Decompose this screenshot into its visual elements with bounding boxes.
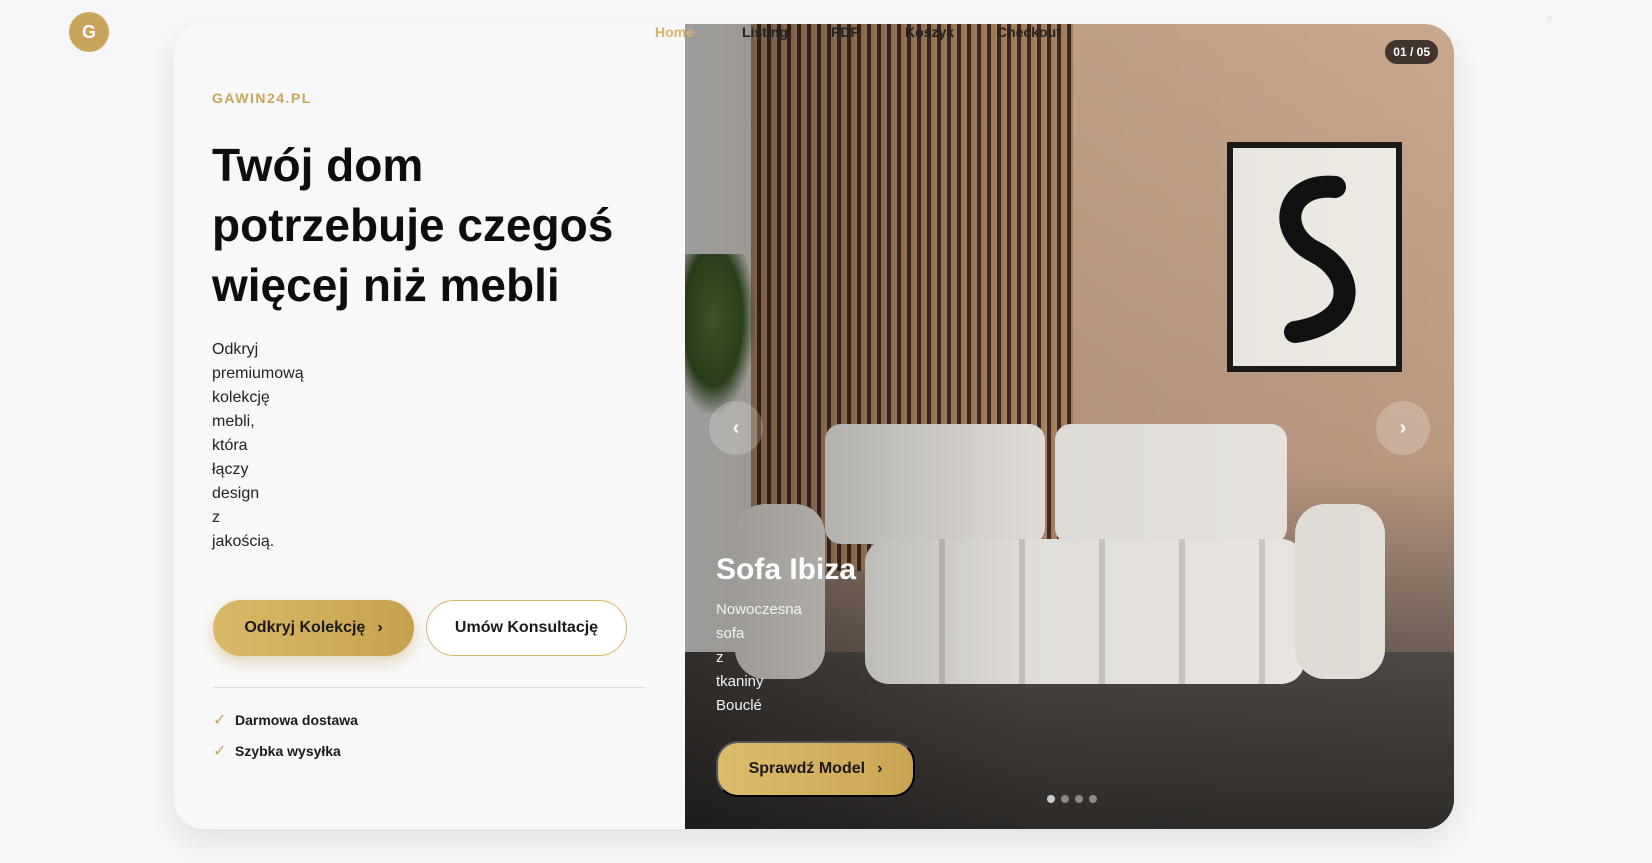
hero-headline: Twój dom potrzebuje czegoś więcej niż me… <box>212 135 652 315</box>
desc-word: która <box>212 437 248 454</box>
headline-line: potrzebuje czegoś <box>212 199 614 251</box>
check-model-label: Sprawdź Model <box>748 760 866 777</box>
check-model-button[interactable]: Sprawdź Model › <box>716 741 915 797</box>
slider-dots <box>1047 795 1097 803</box>
desc-word: mebli, <box>212 413 255 430</box>
hero-left: GAWIN24.PL Twój dom potrzebuje czegoś wi… <box>174 24 685 829</box>
hero-description: Odkryj premiumową kolekcję mebli, która … <box>212 338 322 554</box>
feature-label: Darmowa dostawa <box>235 712 358 728</box>
headline-line: Twój dom <box>212 139 424 191</box>
nav-pdp[interactable]: PDP <box>831 24 905 40</box>
hero-card: GAWIN24.PL Twój dom potrzebuje czegoś wi… <box>174 24 1454 829</box>
desc-word: łączy <box>212 461 249 478</box>
slider-dot[interactable] <box>1075 795 1083 803</box>
feature-label: Szybka wysyłka <box>235 743 341 759</box>
slider-dot[interactable] <box>1047 795 1055 803</box>
check-icon: ✓ <box>213 743 227 760</box>
chevron-left-icon: ‹ <box>732 416 740 439</box>
logo-letter: G <box>81 21 96 42</box>
slider-dot[interactable] <box>1089 795 1097 803</box>
main-nav: Home Listing PDP Koszyk Checkout <box>655 24 1077 40</box>
slide-desc-word: Nowoczesna <box>716 601 802 618</box>
discover-collection-button[interactable]: Odkryj Kolekcję › <box>213 600 414 656</box>
logo[interactable]: G <box>69 12 109 52</box>
slide-title: Sofa Ibiza <box>716 553 857 586</box>
corner-dot <box>1547 16 1552 21</box>
slide-counter: 01 / 05 <box>1385 40 1438 64</box>
desc-word: Odkryj <box>212 341 259 358</box>
slide-description: Nowoczesna sofa z tkaniny Bouclé <box>716 598 811 718</box>
divider <box>213 687 646 688</box>
check-icon: ✓ <box>213 712 227 729</box>
feature-item: ✓ Szybka wysyłka <box>213 741 341 761</box>
slider-prev-button[interactable]: ‹ <box>709 401 763 455</box>
desc-word: kolekcję <box>212 389 270 406</box>
hero-slider: 01 / 05 ‹ › Sofa Ibiza Nowoczesna sofa z… <box>685 24 1454 829</box>
feature-item: ✓ Darmowa dostawa <box>213 710 358 730</box>
chevron-right-icon: › <box>877 760 883 777</box>
headline-line: więcej niż mebli <box>212 259 560 311</box>
desc-word: z <box>212 509 220 526</box>
nav-koszyk[interactable]: Koszyk <box>905 24 997 40</box>
nav-listing[interactable]: Listing <box>742 24 831 40</box>
discover-collection-label: Odkryj Kolekcję <box>244 619 366 636</box>
desc-word: premiumową <box>212 365 304 382</box>
nav-checkout[interactable]: Checkout <box>997 24 1077 40</box>
slide-desc-word: sofa <box>716 625 745 642</box>
book-consultation-button[interactable]: Umów Konsultację <box>426 600 627 656</box>
desc-word: jakością. <box>212 533 275 550</box>
slider-next-button[interactable]: › <box>1376 401 1430 455</box>
slide-desc-word: Bouclé <box>716 697 762 714</box>
slide-desc-word: tkaniny <box>716 673 764 690</box>
slide-desc-word: z <box>716 649 724 666</box>
desc-word: design <box>212 485 260 502</box>
chevron-right-icon: › <box>377 619 383 636</box>
chevron-right-icon: › <box>1399 416 1407 439</box>
brand-label: GAWIN24.PL <box>212 90 312 106</box>
book-consultation-label: Umów Konsultację <box>454 619 599 636</box>
slider-dot[interactable] <box>1061 795 1069 803</box>
nav-home[interactable]: Home <box>655 24 742 40</box>
